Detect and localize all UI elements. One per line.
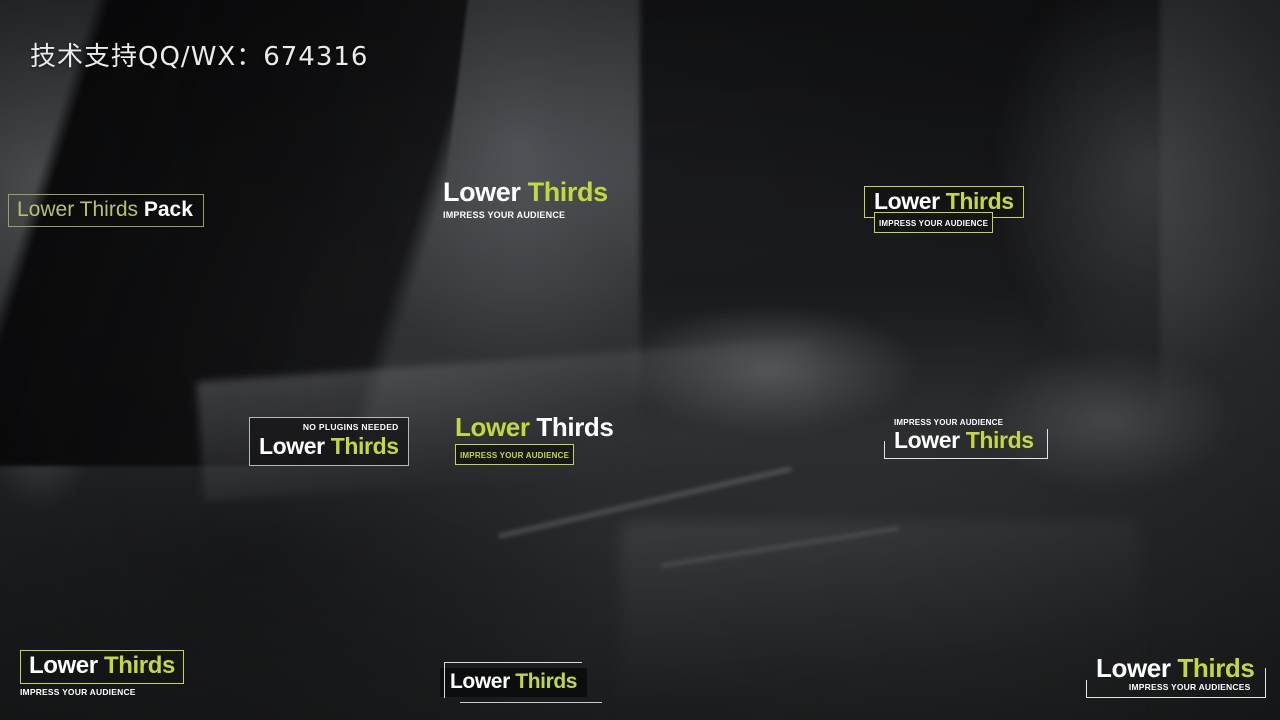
title-word-lower: Lower <box>455 412 530 442</box>
hairline-left <box>444 662 445 698</box>
bracket-left-rule <box>884 441 885 459</box>
subtitle-chip: IMPRESS YOUR AUDIENCE <box>874 212 994 233</box>
lower-third-title: Lower Thirds <box>455 412 614 442</box>
title-word-lower: Lower <box>894 427 960 453</box>
lower-third-title: Lower Thirds <box>1096 653 1255 683</box>
bracket-right-rule <box>1046 429 1048 459</box>
bracket-right-rule <box>1265 667 1267 698</box>
lower-third-bottom-center: Lower Thirds <box>440 662 602 703</box>
lower-third-middle-left: NO PLUGINS NEEDED Lower Thirds <box>249 417 409 466</box>
hairline-bottom <box>460 702 602 703</box>
pack-title-thin: Lower Thirds <box>17 198 144 221</box>
accent-outline-box: Lower Thirds <box>20 650 184 684</box>
title-word-lower: Lower <box>450 670 510 693</box>
lower-third-title: Lower Thirds <box>29 654 175 678</box>
hairline-top <box>444 662 582 663</box>
lower-third-subtitle: IMPRESS YOUR AUDIENCE <box>894 418 1004 427</box>
title-word-thirds: Thirds <box>103 652 175 679</box>
lower-third-middle-right: IMPRESS YOUR AUDIENCE Lower Thirds <box>884 419 1048 459</box>
title-word-thirds: Thirds <box>527 177 609 207</box>
lower-third-middle-center: Lower Thirds IMPRESS YOUR AUDIENCE <box>455 412 614 465</box>
lower-third-title: Lower Thirds <box>259 432 399 459</box>
title-word-thirds: Thirds <box>945 188 1014 214</box>
lower-third-pack-title: Lower Thirds Pack <box>8 194 204 227</box>
bracket-bottom-rule <box>1086 696 1267 698</box>
title-word-thirds: Thirds <box>1177 653 1255 683</box>
background-vignette <box>0 0 1280 720</box>
lower-third-subtitle: IMPRESS YOUR AUDIENCES <box>1128 682 1251 692</box>
title-word-thirds: Thirds <box>515 670 578 693</box>
lower-third-title: Lower Thirds <box>450 670 577 693</box>
lower-third-subtitle: IMPRESS YOUR AUDIENCE <box>20 687 136 697</box>
lower-third-title: Lower Thirds <box>874 190 1014 213</box>
title-word-thirds: Thirds <box>965 427 1034 453</box>
lower-third-top-right: Lower Thirds IMPRESS YOUR AUDIENCE <box>864 186 1024 233</box>
lower-third-subtitle: IMPRESS YOUR AUDIENCE <box>460 451 570 460</box>
subtitle-chip: IMPRESS YOUR AUDIENCE <box>455 444 575 465</box>
title-word-lower: Lower <box>259 432 325 459</box>
title-word-lower: Lower <box>29 652 98 679</box>
lower-third-subtitle: IMPRESS YOUR AUDIENCE <box>879 219 989 228</box>
lower-third-kicker: NO PLUGINS NEEDED <box>302 422 399 432</box>
title-word-lower: Lower <box>874 188 940 214</box>
bracket-bottom-rule <box>884 458 1048 459</box>
lower-third-top-center: Lower Thirds IMPRESS YOUR AUDIENCE <box>443 179 608 220</box>
lower-third-title: Lower Thirds <box>443 179 608 206</box>
title-word-thirds: Thirds <box>330 432 399 459</box>
title-word-thirds: Thirds <box>536 412 614 442</box>
solid-title-bar: Lower Thirds <box>440 668 588 697</box>
lower-third-subtitle: IMPRESS YOUR AUDIENCE <box>443 210 566 220</box>
lower-third-title: Lower Thirds <box>894 429 1034 452</box>
lower-third-bottom-right: Lower Thirds IMPRESS YOUR AUDIENCES <box>1086 653 1267 698</box>
lower-third-bottom-left: Lower Thirds IMPRESS YOUR AUDIENCE <box>20 650 184 697</box>
title-word-lower: Lower <box>1096 653 1171 683</box>
title-word-lower: Lower <box>443 177 521 207</box>
support-watermark: 技术支持QQ/WX：674316 <box>30 42 369 72</box>
video-preview-stage: Lower Thirds Pack Lower Thirds IMPRESS Y… <box>0 0 1280 720</box>
pack-title-bold: Pack <box>143 198 193 221</box>
bracket-left-rule <box>1086 679 1087 698</box>
